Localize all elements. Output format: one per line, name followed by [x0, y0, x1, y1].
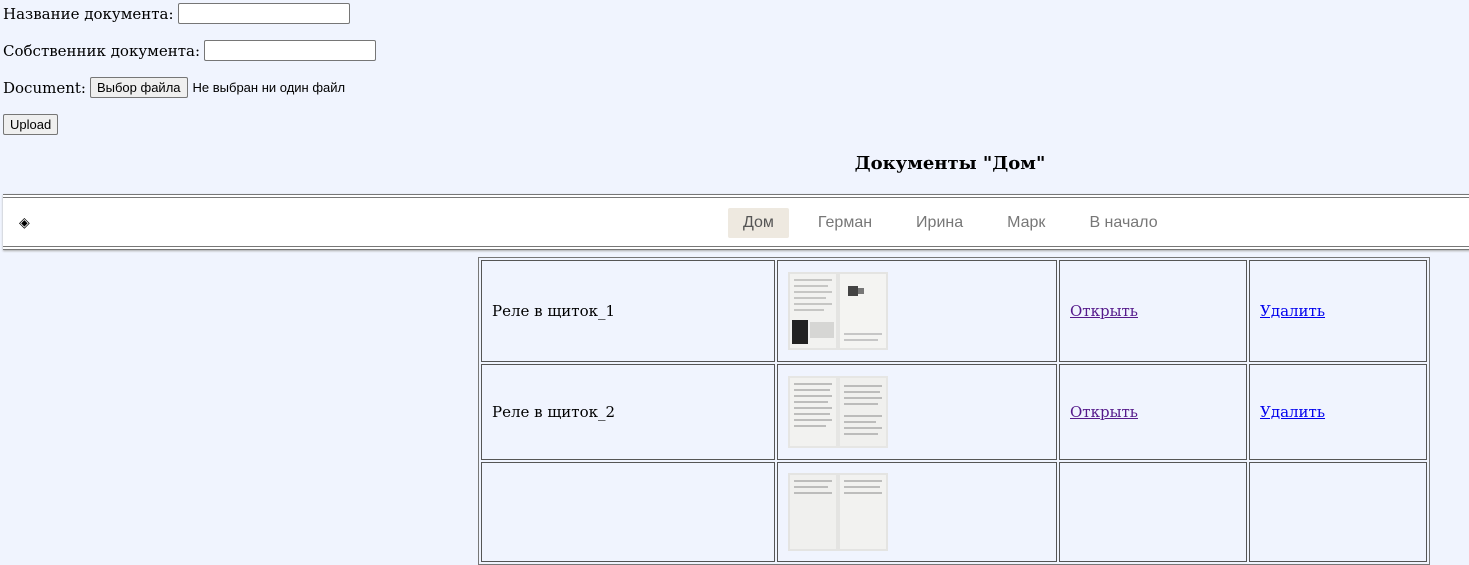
document-name: Реле в щиток_1: [481, 260, 775, 362]
open-cell: Открыть: [1059, 260, 1247, 362]
nav-item-mark[interactable]: Марк: [992, 208, 1060, 238]
file-status: Не выбран ни один файл: [192, 80, 346, 95]
title-row: Название документа:: [3, 3, 350, 24]
owner-row: Собственник документа:: [3, 40, 376, 61]
upload-row: Upload: [3, 114, 59, 135]
document-name: [481, 462, 775, 562]
delete-cell: Удалить: [1249, 364, 1427, 460]
open-link[interactable]: Открыть: [1070, 302, 1138, 320]
page-title: Документы "Дом": [854, 153, 1046, 174]
nav-item-dom[interactable]: Дом: [728, 208, 789, 238]
file-label: Document:: [3, 78, 86, 97]
choose-file-button[interactable]: Выбор файла: [89, 77, 188, 98]
title-label: Название документа:: [3, 4, 174, 23]
delete-cell: Удалить: [1249, 260, 1427, 362]
owner-label: Собственник документа:: [3, 41, 200, 60]
upload-button[interactable]: Upload: [3, 114, 59, 135]
brand-icon[interactable]: ◈: [19, 215, 30, 231]
owner-input[interactable]: [204, 40, 376, 61]
document-thumbnail[interactable]: [777, 462, 1057, 562]
navbar: ◈ Дом Герман Ирина Марк В начало: [3, 194, 1469, 250]
table-row: Реле в щиток_2 Открыть Удалить: [481, 364, 1427, 460]
open-cell: Открыть: [1059, 364, 1247, 460]
documents-table: Реле в щиток_1 Открыть Удалить Реле в щи…: [478, 257, 1430, 565]
table-row: [481, 462, 1427, 562]
table-row: Реле в щиток_1 Открыть Удалить: [481, 260, 1427, 362]
title-input[interactable]: [177, 3, 350, 24]
delete-link[interactable]: Удалить: [1260, 302, 1325, 320]
nav-item-home[interactable]: В начало: [1074, 208, 1172, 238]
open-link[interactable]: Открыть: [1070, 403, 1138, 421]
document-thumbnail[interactable]: [777, 364, 1057, 460]
file-row: Document: Выбор файла Не выбран ни один …: [3, 77, 345, 98]
document-name: Реле в щиток_2: [481, 364, 775, 460]
open-cell: [1059, 462, 1247, 562]
document-thumbnail-image[interactable]: [788, 376, 888, 448]
document-thumbnail-image[interactable]: [788, 272, 888, 350]
delete-link[interactable]: Удалить: [1260, 403, 1325, 421]
nav-item-german[interactable]: Герман: [803, 208, 887, 238]
document-thumbnail-image[interactable]: [788, 473, 888, 551]
delete-cell: [1249, 462, 1427, 562]
nav-item-irina[interactable]: Ирина: [901, 208, 978, 238]
nav-menu: Дом Герман Ирина Марк В начало: [728, 208, 1187, 238]
document-thumbnail[interactable]: [777, 260, 1057, 362]
